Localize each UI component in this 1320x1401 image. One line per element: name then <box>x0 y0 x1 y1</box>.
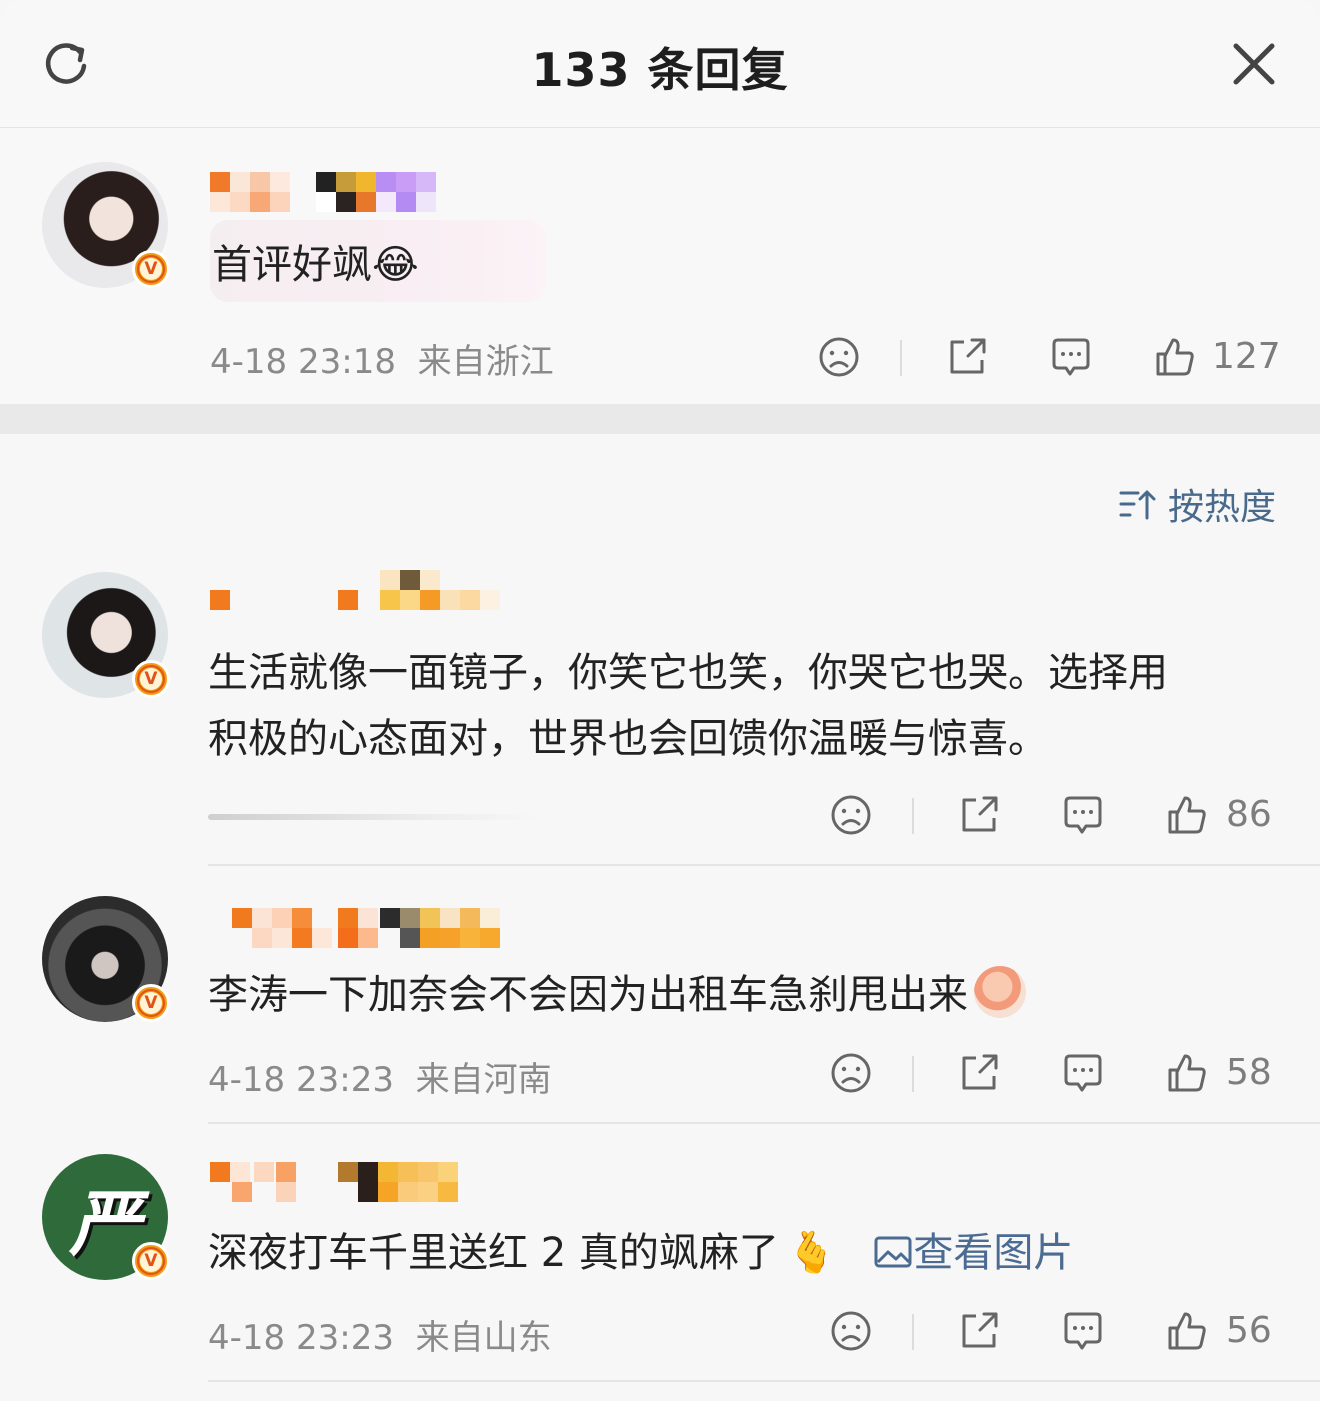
like-count: 127 <box>1212 336 1281 377</box>
main-comment: V 首评好飒😂 4-18 23:18 来自浙江 127 <box>0 128 1320 404</box>
comment-icon[interactable] <box>1060 1308 1106 1354</box>
reply-item: V 李涛一下加奈会不会因为出租车急刹甩出来 4-18 23:23 来自河南 58 <box>0 866 1320 1124</box>
comment-text: 生活就像一面镜子，你笑它也笑，你哭它也哭。选择用 积极的心态面对，世界也会回馈你… <box>208 650 1168 762</box>
like-count: 58 <box>1226 1052 1272 1093</box>
comment-actions: 58 <box>828 1050 1276 1100</box>
avatar[interactable]: V <box>42 162 170 288</box>
verified-badge-icon: V <box>132 250 170 288</box>
reply-header: 133 条回复 <box>0 0 1320 129</box>
avatar[interactable]: V <box>42 572 170 698</box>
fan-sticker-icon <box>974 966 1026 1018</box>
comment-text: 深夜打车千里送红 2 真的飒麻了 🫰 查看图片 <box>208 1230 1074 1276</box>
sort-label: 按热度 <box>1167 487 1276 528</box>
image-icon <box>874 1236 912 1268</box>
like-icon[interactable] <box>1164 1050 1210 1096</box>
dislike-icon[interactable] <box>828 792 874 838</box>
finger-heart-emoji-icon: 🫰 <box>786 1230 837 1276</box>
laughing-emoji-icon: 😂 <box>372 242 419 288</box>
share-icon[interactable] <box>956 792 1002 838</box>
verified-badge-icon: V <box>132 984 170 1022</box>
avatar[interactable]: 严 V <box>42 1154 170 1280</box>
blurred-meta <box>208 814 538 820</box>
comment-text: 李涛一下加奈会不会因为出租车急刹甩出来 <box>208 962 1026 1028</box>
dislike-icon[interactable] <box>816 334 862 380</box>
comment-meta: 4-18 23:18 来自浙江 <box>210 342 554 382</box>
sort-icon <box>1119 490 1156 520</box>
share-icon[interactable] <box>956 1050 1002 1096</box>
sort-toggle[interactable]: 按热度 <box>1118 478 1276 530</box>
like-icon[interactable] <box>1152 334 1198 380</box>
comment-actions: 127 <box>816 334 1281 384</box>
dislike-icon[interactable] <box>828 1050 874 1096</box>
comment-actions: 56 <box>828 1308 1276 1358</box>
avatar[interactable]: V <box>42 896 170 1022</box>
reply-item: 严 V 深夜打车千里送红 2 真的飒麻了 🫰 查看图片 4-18 23:23 来… <box>0 1124 1320 1401</box>
share-icon[interactable] <box>956 1308 1002 1354</box>
view-image-link[interactable]: 查看图片 <box>873 1230 1073 1276</box>
dislike-icon[interactable] <box>828 1308 874 1354</box>
comment-icon[interactable] <box>1048 334 1094 380</box>
section-divider <box>0 404 1320 434</box>
like-count: 56 <box>1226 1310 1272 1351</box>
divider <box>208 1380 1320 1382</box>
comment-meta: 4-18 23:23 来自山东 <box>208 1318 552 1358</box>
comment-icon[interactable] <box>1060 1050 1106 1096</box>
comment-icon[interactable] <box>1060 792 1106 838</box>
reply-item: V 生活就像一面镜子，你笑它也笑，你哭它也哭。选择用 积极的心态面对，世界也会回… <box>0 570 1320 866</box>
verified-badge-icon: V <box>132 660 170 698</box>
like-count: 86 <box>1226 794 1272 835</box>
close-icon[interactable] <box>1228 38 1280 90</box>
verified-badge-icon: V <box>132 1242 170 1280</box>
comment-actions: 86 <box>828 792 1276 842</box>
like-icon[interactable] <box>1164 1308 1210 1354</box>
share-icon[interactable] <box>944 334 990 380</box>
comment-text: 首评好飒😂 <box>212 242 419 288</box>
page-title: 133 条回复 <box>531 43 789 97</box>
comment-meta: 4-18 23:23 来自河南 <box>208 1060 552 1100</box>
like-icon[interactable] <box>1164 792 1210 838</box>
